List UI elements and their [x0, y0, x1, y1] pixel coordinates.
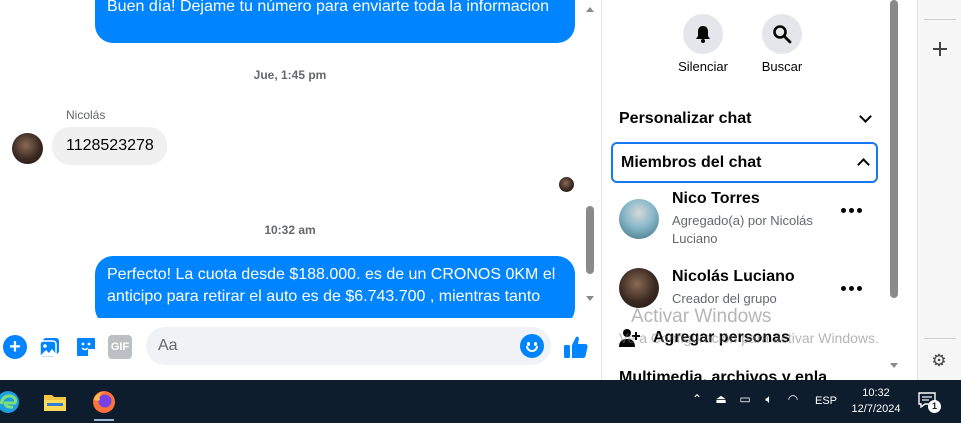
more-options-icon[interactable] [841, 282, 865, 294]
chat-members-label: Miembros del chat [621, 153, 762, 171]
system-tray: ⌃ ⏏ ▭ 🔈︎ ◠ [690, 392, 800, 407]
member-name[interactable]: Nico Torres [672, 190, 760, 208]
member-name[interactable]: Nicolás Luciano [672, 268, 795, 286]
message-input[interactable] [158, 327, 518, 365]
plus-icon[interactable]: + [3, 335, 27, 359]
more-options-icon[interactable] [841, 204, 865, 216]
search-label: Buscar [761, 59, 803, 74]
timestamp: Jue, 1:45 pm [253, 68, 327, 82]
avatar[interactable] [619, 199, 659, 239]
message-incoming[interactable]: 1128523278 [52, 127, 167, 165]
message-composer: + GIF [0, 318, 600, 380]
language-indicator[interactable]: ESP [815, 395, 837, 407]
bell-icon [696, 26, 710, 43]
clock[interactable]: 10:32 12/7/2024 [846, 385, 906, 417]
scroll-down-icon[interactable] [586, 296, 594, 301]
notification-badge: 1 [928, 400, 941, 413]
chevron-down-icon [859, 110, 872, 123]
timestamp: 10:32 am [264, 223, 316, 237]
scroll-up-icon[interactable] [586, 7, 594, 12]
chat-details-panel: Silenciar Buscar Personalizar chat Miemb… [601, 0, 901, 380]
gear-icon[interactable]: ⚙ [930, 352, 948, 370]
emoji-icon[interactable] [520, 334, 544, 358]
avatar[interactable] [12, 133, 43, 164]
customize-chat-section[interactable]: Personalizar chat [611, 99, 878, 139]
message-outgoing[interactable]: Buen día! Dejame tu número para enviarte… [95, 0, 575, 43]
photo-icon[interactable] [38, 335, 62, 359]
edge-icon[interactable] [0, 382, 28, 422]
battery-icon[interactable]: ▭ [738, 392, 752, 406]
browser-side-strip: ⚙ [917, 0, 961, 380]
scroll-thumb[interactable] [586, 206, 594, 274]
avatar[interactable] [619, 268, 659, 308]
media-files-section[interactable]: Multimedia, archivos y enla [619, 369, 827, 380]
chat-members-section[interactable]: Miembros del chat [611, 142, 878, 183]
customize-chat-label: Personalizar chat [619, 110, 752, 127]
firefox-icon[interactable] [84, 382, 124, 422]
message-input-container[interactable] [146, 327, 551, 365]
notifications-button[interactable]: 1 [918, 392, 941, 413]
message-outgoing[interactable]: Perfecto! La cuota desde $188.000. es de… [95, 256, 575, 326]
mute-label: Silenciar [678, 59, 728, 74]
member-subtitle: Creador del grupo [672, 291, 777, 306]
scroll-down-icon[interactable] [890, 363, 898, 368]
add-people-label: Agregar personas [653, 329, 790, 346]
chat-scrollbar[interactable] [582, 0, 599, 310]
chevron-up-icon [857, 158, 870, 171]
clock-date: 12/7/2024 [851, 403, 901, 415]
clock-time: 10:32 [862, 387, 890, 399]
member-item[interactable]: Nicolás Luciano Creador del grupo [619, 268, 879, 318]
divider [924, 19, 956, 20]
add-people-button[interactable]: Agregar personas [619, 326, 790, 350]
sticker-icon[interactable] [74, 335, 98, 359]
details-scrollbar[interactable] [887, 0, 901, 380]
sender-name: Nicolás [66, 108, 106, 122]
gif-icon[interactable]: GIF [108, 335, 132, 359]
search-button[interactable] [762, 14, 802, 54]
scroll-thumb[interactable] [890, 0, 898, 298]
member-item[interactable]: Nico Torres Agregado(a) por Nicolás Luci… [619, 190, 879, 250]
add-person-icon [619, 328, 641, 348]
search-icon [773, 25, 792, 44]
speaker-icon[interactable]: 🔈︎ [762, 392, 776, 406]
file-explorer-icon[interactable] [35, 382, 75, 422]
member-subtitle: Agregado(a) por Nicolás Luciano [672, 213, 813, 246]
wifi-icon[interactable]: ◠ [786, 392, 800, 406]
read-receipt-avatar [559, 177, 574, 192]
add-icon[interactable] [931, 40, 949, 58]
divider [924, 338, 956, 339]
chevron-up-icon[interactable]: ⌃ [690, 392, 704, 406]
taskbar: ⌃ ⏏ ▭ 🔈︎ ◠ ESP 10:32 12/7/2024 1 [0, 380, 961, 423]
thumbs-up-icon[interactable] [563, 333, 589, 361]
usb-icon[interactable]: ⏏ [714, 392, 728, 406]
mute-button[interactable] [683, 14, 723, 54]
